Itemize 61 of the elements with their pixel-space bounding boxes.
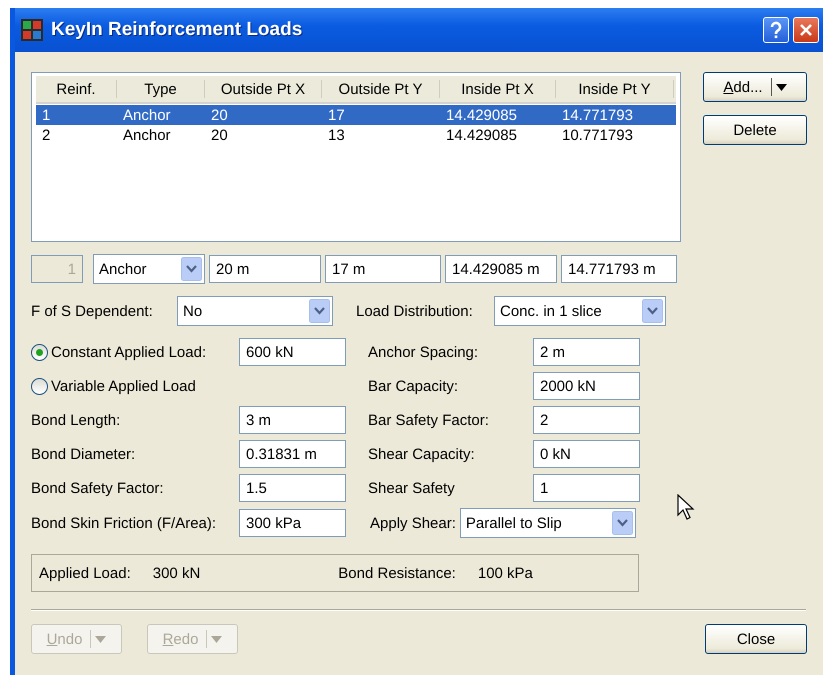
field-label: Apply Shear: (370, 514, 456, 532)
mouse-pointer-icon (677, 494, 695, 520)
push-button[interactable]: Close (705, 624, 807, 654)
field-label: Bond Length: (31, 412, 122, 428)
field-label: Bond Safety Factor: (31, 480, 165, 496)
field-label: Bar Capacity: (368, 378, 460, 394)
column-header[interactable]: Type (117, 80, 205, 98)
radio-option[interactable]: Variable Applied Load (31, 378, 239, 394)
list-row[interactable]: 2 Anchor 20 13 14.429085 10.771793 (36, 125, 676, 145)
dropdown[interactable]: Conc. in 1 slice (494, 296, 666, 326)
input-field[interactable]: 14.771793 m (561, 255, 677, 283)
field-label: Load Distribution: (356, 302, 474, 320)
field-label: Bond Diameter: (31, 446, 136, 462)
column-header[interactable]: Inside Pt X (440, 80, 556, 98)
column-header[interactable]: Outside Pt X (205, 80, 322, 98)
field-label: F of S Dependent: (31, 302, 154, 320)
input-field[interactable]: 300 kPa (239, 509, 346, 537)
push-button[interactable]: Delete (703, 115, 807, 145)
input-field[interactable]: 2000 kN (533, 372, 640, 400)
dropdown[interactable]: Parallel to Slip (460, 508, 636, 538)
caret-icon[interactable] (776, 84, 787, 90)
input-field[interactable]: 1 (533, 474, 640, 502)
input-field[interactable]: 600 kN (239, 338, 346, 366)
summary-value: 100 kPa (478, 564, 533, 582)
field-label: Shear Safety (368, 480, 456, 496)
window-title: KeyIn Reinforcement Loads (51, 19, 304, 41)
field-label: Anchor Spacing: (368, 344, 480, 360)
field-label: Bar Safety Factor: (368, 412, 490, 428)
summary-value: 300 kN (152, 564, 200, 582)
help-button[interactable] (763, 17, 789, 43)
close-button[interactable] (793, 17, 819, 43)
close-icon[interactable] (799, 23, 813, 37)
input-field[interactable]: 2 m (533, 338, 640, 366)
radio-icon[interactable] (31, 344, 48, 360)
field-label: Shear Capacity: (368, 446, 476, 462)
column-header[interactable]: Inside Pt Y (556, 80, 674, 98)
radio-icon[interactable] (31, 378, 48, 394)
dropdown-value: Anchor (99, 260, 147, 278)
input-field[interactable]: 0.31831 m (239, 440, 346, 468)
dropdown-value: Conc. in 1 slice (500, 302, 602, 320)
input-field[interactable]: 1.5 (239, 474, 346, 502)
input-field[interactable]: 3 m (239, 406, 346, 434)
help-icon[interactable] (769, 21, 783, 39)
split-button[interactable]: Add... (703, 72, 807, 102)
input-field[interactable]: 2 (533, 406, 640, 434)
dropdown[interactable]: No (177, 296, 333, 326)
dropdown-value: No (183, 302, 202, 320)
summary-label: Applied Load: (39, 564, 131, 582)
radio-option[interactable]: Constant Applied Load: (31, 344, 239, 360)
column-header[interactable]: Reinf. (36, 80, 117, 98)
type-dropdown[interactable]: Anchor (93, 254, 205, 284)
summary-label: Bond Resistance: (338, 564, 456, 582)
app-icon (21, 19, 43, 41)
field-label: Bond Skin Friction (F/Area): (31, 514, 218, 532)
input-field[interactable]: 17 m (325, 255, 441, 283)
input-field[interactable]: 20 m (209, 255, 321, 283)
list-row[interactable]: 1 Anchor 20 17 14.429085 14.771793 (36, 105, 676, 125)
input-field[interactable]: 0 kN (533, 440, 640, 468)
input-field[interactable]: 14.429085 m (445, 255, 557, 283)
column-header[interactable]: Outside Pt Y (322, 80, 440, 98)
dropdown-value: Parallel to Slip (466, 514, 562, 532)
